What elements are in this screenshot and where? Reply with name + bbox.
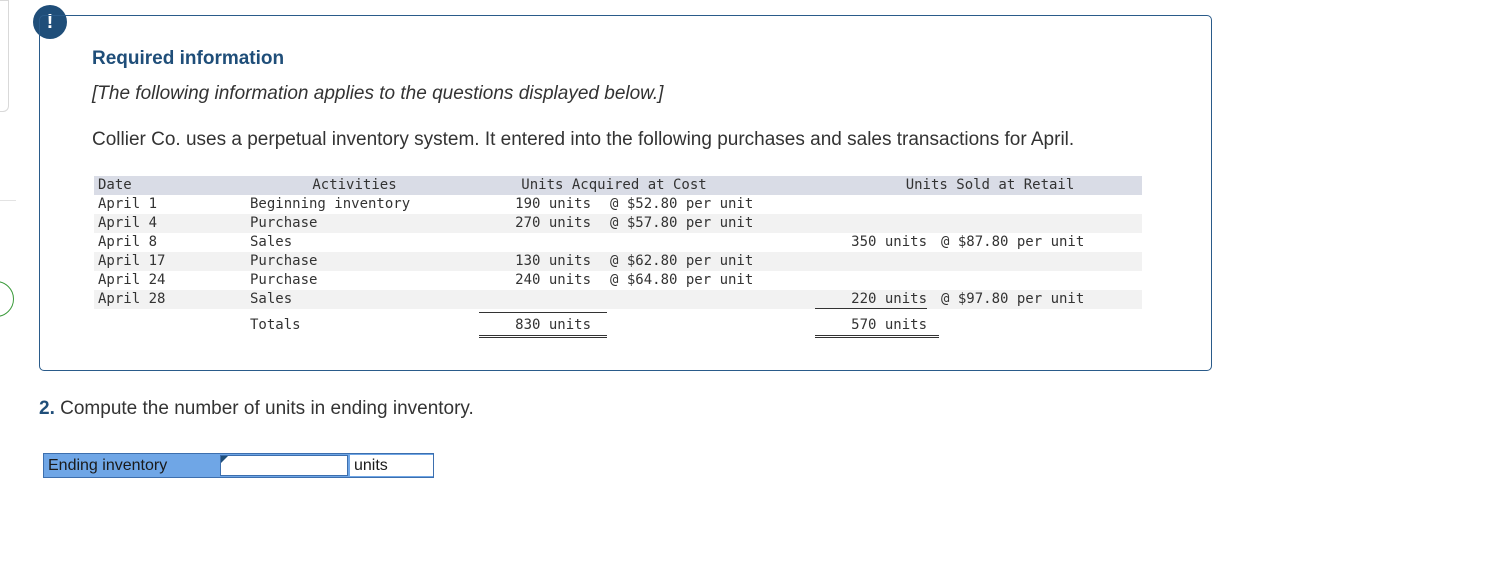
transactions-table: Date Activities Units Acquired at Cost U…: [94, 176, 1142, 338]
row-sold-price: @ $97.80 per unit: [941, 291, 1085, 307]
row-activity: Sales: [250, 234, 293, 250]
side-tab: [0, 0, 9, 112]
problem-intro: Collier Co. uses a perpetual inventory s…: [92, 129, 1075, 150]
row-activity: Purchase: [250, 272, 318, 288]
acquired-total-rule: [479, 312, 607, 313]
table-header-row: Date Activities Units Acquired at Cost U…: [94, 176, 1142, 195]
table-row: April 1 Beginning inventory 190 units @ $52…: [94, 195, 1142, 214]
acquired-total-double-rule: [479, 335, 607, 338]
required-information-title: Required information: [92, 48, 285, 69]
header-units-acquired: Units Acquired at Cost: [521, 177, 707, 193]
totals-label: Totals: [250, 317, 301, 333]
input-flag-icon: [221, 456, 228, 463]
row-activity: Purchase: [250, 215, 318, 231]
sold-total-double-rule: [815, 335, 939, 338]
row-activity: Beginning inventory: [250, 196, 411, 212]
table-row: April 17 Purchase 130 units @ $62.80 per un…: [94, 252, 1142, 271]
table-row: April 24 Purchase 240 units @ $64.80 per un…: [94, 271, 1142, 290]
applies-note: [The following information applies to th…: [92, 83, 664, 104]
ending-inventory-answer-row: Ending inventory units: [43, 453, 434, 478]
header-activities: Activities: [312, 177, 397, 193]
header-date: Date: [98, 177, 132, 193]
row-acquired-units: 240 units: [515, 272, 591, 288]
side-progress-circle[interactable]: [0, 281, 14, 317]
row-acquired-units: 130 units: [515, 253, 591, 269]
sold-total: 570 units: [851, 317, 927, 333]
question-text: Compute the number of units in ending in…: [54, 398, 474, 419]
row-date: April 28: [98, 291, 166, 307]
row-sold-price: @ $87.80 per unit: [941, 234, 1085, 250]
totals-row: Totals 830 units 570 units: [94, 309, 1142, 338]
side-divider: [0, 200, 16, 201]
row-date: April 1: [98, 196, 158, 212]
row-date: April 8: [98, 234, 158, 250]
row-activity: Purchase: [250, 253, 318, 269]
question-2: 2. Compute the number of units in ending…: [39, 398, 474, 420]
ending-inventory-label: Ending inventory: [48, 457, 168, 474]
header-units-sold: Units Sold at Retail: [905, 177, 1075, 193]
ending-inventory-unit: units: [350, 455, 433, 476]
ending-inventory-input[interactable]: [220, 455, 348, 476]
row-sold-units: 350 units: [851, 234, 927, 250]
row-activity: Sales: [250, 291, 293, 307]
row-acquired-cost: @ $57.80 per unit: [610, 215, 754, 231]
row-sold-units: 220 units: [851, 291, 927, 307]
row-acquired-units: 270 units: [515, 215, 591, 231]
table-row: April 28 Sales 220 units @ $97.80 per unit: [94, 290, 1142, 309]
row-date: April 24: [98, 272, 166, 288]
row-date: April 4: [98, 215, 158, 231]
table-row: April 4 Purchase 270 units @ $57.80 per uni…: [94, 214, 1142, 233]
row-acquired-cost: @ $52.80 per unit: [610, 196, 754, 212]
acquired-total: 830 units: [515, 317, 591, 333]
table-row: April 8 Sales 350 units @ $87.80 per unit: [94, 233, 1142, 252]
question-number: 2.: [39, 398, 55, 419]
row-acquired-units: 190 units: [515, 196, 591, 212]
row-date: April 17: [98, 253, 166, 269]
row-acquired-cost: @ $62.80 per unit: [610, 253, 754, 269]
row-acquired-cost: @ $64.80 per unit: [610, 272, 754, 288]
